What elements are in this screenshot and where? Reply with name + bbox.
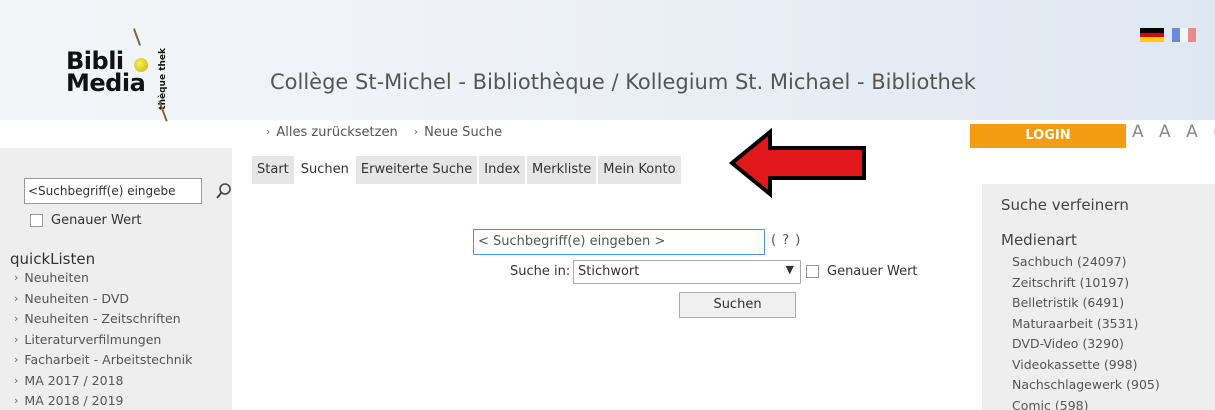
font-size-controls[interactable]: A A A (? — [1132, 122, 1215, 142]
breadcrumb-label: Neue Suche — [424, 125, 503, 140]
main-content — [252, 184, 982, 410]
tab-start[interactable]: Start — [252, 156, 294, 184]
tab-index[interactable]: Index — [479, 156, 526, 184]
help-link[interactable]: ( ? ) — [771, 233, 801, 248]
media-type-title: Medienart — [1001, 231, 1077, 249]
list-item[interactable]: Comic (598) — [1012, 396, 1160, 410]
list-item-label: Neuheiten - Zeitschriften — [24, 311, 181, 326]
breadcrumb-item-reset[interactable]: › Alles zurücksetzen — [266, 125, 398, 140]
exact-label: Genauer Wert — [51, 213, 142, 228]
chevron-right-icon: › — [413, 125, 419, 138]
site-title: Collège St-Michel - Bibliothèque / Kolle… — [270, 70, 976, 94]
list-item[interactable]: › Neuheiten — [14, 268, 192, 289]
list-item[interactable]: Belletristik (6491) — [1012, 293, 1160, 314]
red-arrow-icon — [728, 128, 866, 198]
tab-erweiterte-suche[interactable]: Erweiterte Suche — [355, 156, 478, 184]
exact-checkbox[interactable] — [30, 214, 43, 227]
list-item[interactable]: › MA 2017 / 2018 — [14, 371, 192, 392]
logo[interactable]: Bibli Media thèque thek — [58, 28, 208, 128]
exact-checkbox[interactable] — [806, 265, 819, 278]
logo-dot-icon — [134, 58, 148, 72]
search-button[interactable]: Suchen — [679, 292, 796, 318]
exact-checkbox-row[interactable]: Genauer Wert — [806, 264, 918, 279]
chevron-right-icon: › — [266, 125, 271, 138]
media-type-list: Sachbuch (24097) Zeitschrift (10197) Bel… — [1012, 252, 1160, 410]
list-item-label: Neuheiten - DVD — [24, 290, 130, 306]
chevron-right-icon: › — [14, 291, 19, 305]
list-item-label: Facharbeit - Arbeitstechnik — [24, 352, 193, 367]
list-item[interactable]: DVD-Video (3290) — [1012, 334, 1160, 355]
sidebar-search-input[interactable]: <Suchbegriff(e) eingebe — [24, 178, 202, 204]
chevron-right-icon: › — [14, 332, 19, 346]
flag-fr-icon[interactable] — [1172, 28, 1196, 42]
tab-bar: Start Suchen Erweiterte Suche Index Merk… — [252, 156, 683, 184]
logo-text-line2: Media — [66, 69, 146, 97]
list-item[interactable]: Nachschlagewerk (905) — [1012, 375, 1160, 396]
list-item[interactable]: › Neuheiten - DVD — [14, 289, 192, 310]
language-flags — [1140, 28, 1196, 43]
logo-line-top — [132, 28, 142, 46]
search-in-value: Stichwort — [578, 264, 640, 279]
list-item[interactable]: › Literaturverfilmungen — [14, 330, 192, 351]
flag-de-icon[interactable] — [1140, 28, 1164, 43]
list-item-label: MA 2018 / 2019 — [24, 393, 124, 408]
chevron-right-icon: › — [14, 394, 19, 407]
login-button[interactable]: LOGIN — [970, 124, 1126, 148]
list-item-label: Literaturverfilmungen — [24, 331, 162, 347]
logo-text: Bibli Media — [66, 49, 146, 97]
breadcrumb: › Alles zurücksetzen › Neue Suche — [266, 125, 502, 140]
list-item[interactable]: Videokassette (998) — [1012, 355, 1160, 376]
list-item-label: Neuheiten — [24, 270, 89, 285]
search-input[interactable]: < Suchbegriff(e) eingeben > — [473, 229, 765, 255]
chevron-right-icon: › — [14, 271, 19, 284]
chevron-right-icon: › — [14, 312, 19, 325]
breadcrumb-item-new-search[interactable]: › Neue Suche — [414, 125, 502, 140]
list-item[interactable]: › Neuheiten - Zeitschriften — [14, 309, 192, 330]
search-in-select[interactable]: Stichwort ▼ — [573, 260, 801, 284]
list-item[interactable]: Zeitschrift (10197) — [1012, 273, 1160, 294]
breadcrumb-label: Alles zurücksetzen — [276, 125, 398, 140]
search-in-label: Suche in: — [510, 264, 571, 279]
refine-title: Suche verfeinern — [1001, 196, 1129, 214]
quicklists: › Neuheiten › Neuheiten - DVD › Neuheiten -… — [14, 268, 192, 410]
chevron-right-icon: › — [14, 373, 19, 387]
chevron-right-icon: › — [14, 353, 19, 366]
list-item-label: MA 2017 / 2018 — [24, 372, 124, 388]
exact-label: Genauer Wert — [827, 264, 918, 279]
list-item[interactable]: Sachbuch (24097) — [1012, 252, 1160, 273]
sidebar-exact-checkbox-row[interactable]: Genauer Wert — [30, 213, 142, 228]
list-item[interactable]: › Facharbeit - Arbeitstechnik — [14, 350, 192, 371]
dropdown-arrow-icon: ▼ — [785, 263, 794, 276]
tab-suchen[interactable]: Suchen — [295, 156, 354, 184]
list-item[interactable]: › MA 2018 / 2019 — [14, 391, 192, 410]
list-item[interactable]: Maturaarbeit (3531) — [1012, 314, 1160, 335]
quicklists-title: quickListen — [10, 250, 96, 268]
search-icon[interactable] — [216, 182, 232, 200]
tab-merkliste[interactable]: Merkliste — [527, 156, 597, 184]
tab-mein-konto[interactable]: Mein Konto — [598, 156, 681, 184]
